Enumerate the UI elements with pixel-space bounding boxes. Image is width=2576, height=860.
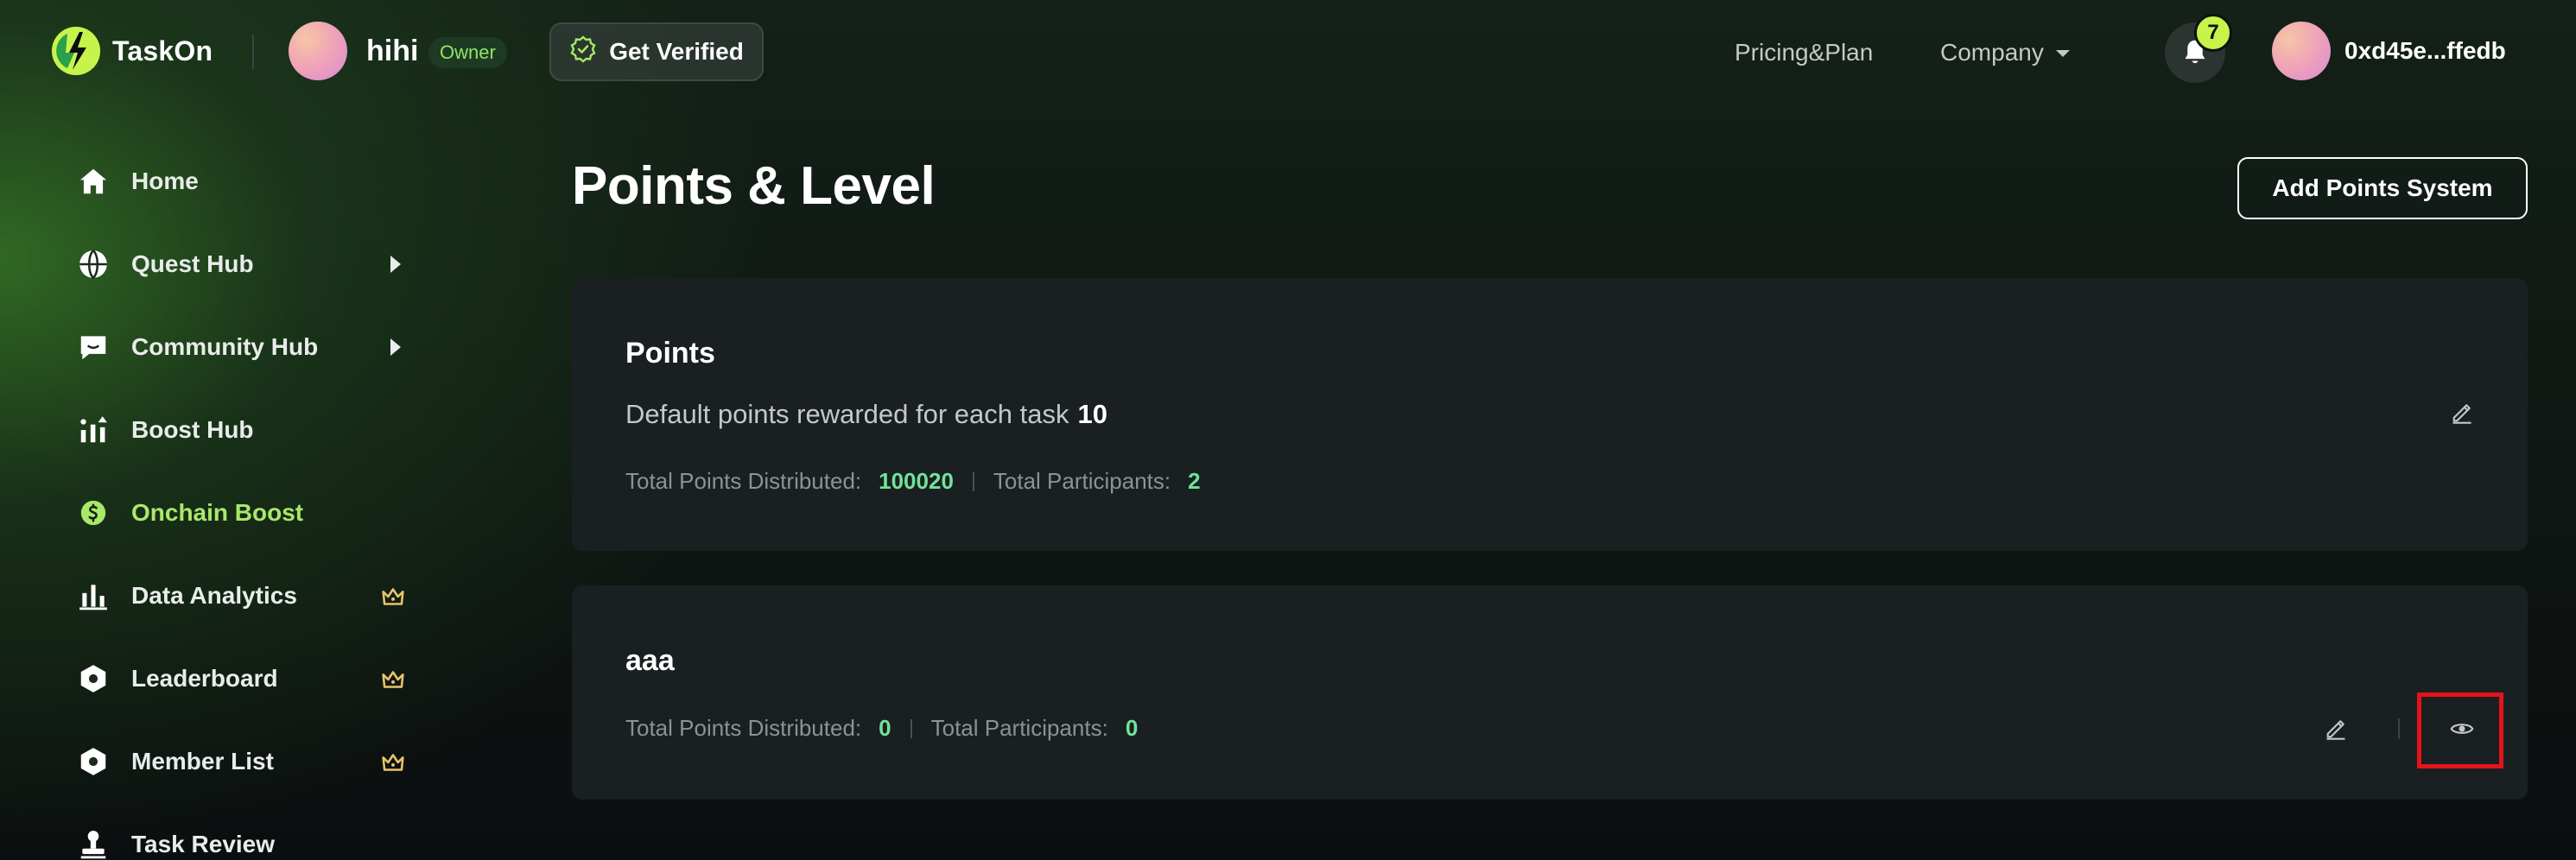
home-icon (74, 162, 112, 200)
sidebar-item-label: Community Hub (131, 333, 319, 360)
chevron-right-icon (390, 338, 401, 356)
sidebar-item-label: Boost Hub (131, 416, 254, 443)
sidebar-item-leaderboard[interactable]: Leaderboard (74, 653, 420, 705)
card-title: aaa (625, 644, 675, 677)
action-divider (2398, 718, 2400, 739)
default-points-value: 10 (1077, 399, 1107, 429)
sidebar-item-label: Home (131, 168, 199, 194)
get-verified-label: Get Verified (609, 38, 744, 65)
view-points-button[interactable] (2445, 711, 2479, 746)
sidebar-item-community-hub[interactable]: Community Hub (74, 321, 420, 373)
sidebar-item-data-analytics[interactable]: Data Analytics (74, 570, 420, 622)
default-points-line: Default points rewarded for each task 10 (625, 399, 1107, 430)
chevron-right-icon (390, 256, 401, 273)
sidebar-item-label: Member List (131, 748, 274, 775)
verified-badge-icon (569, 35, 597, 69)
top-header: TaskOn hihi Owner Get Verified Pricing&P… (0, 0, 2576, 104)
card-stats: Total Points Distributed: 0 Total Partic… (625, 715, 1138, 742)
edit-icon (2452, 404, 2471, 424)
sidebar-item-home[interactable]: Home (74, 155, 420, 207)
points-system-card: Points Default points rewarded for each … (572, 278, 2528, 551)
notification-count-badge: 7 (2194, 14, 2232, 52)
crown-icon (378, 665, 408, 699)
points-system-card: aaa Total Points Distributed: 0 Total Pa… (572, 585, 2528, 800)
sidebar-item-label: Data Analytics (131, 582, 297, 609)
header-divider (252, 35, 254, 69)
sidebar-item-member-list[interactable]: Member List (74, 736, 420, 787)
stamp-icon (74, 825, 112, 860)
logo-text: TaskOn (112, 35, 213, 66)
hexagon-icon (74, 743, 112, 781)
coin-icon (74, 494, 112, 532)
participants-value: 2 (1188, 468, 1201, 494)
edit-points-button[interactable] (2445, 395, 2479, 430)
user-wallet-address[interactable]: 0xd45e...ffedb (2344, 37, 2506, 65)
card-title: Points (625, 337, 715, 370)
participants-label: Total Participants: (930, 715, 1108, 741)
participants-label: Total Participants: (993, 468, 1171, 494)
taskon-logo-icon (52, 27, 100, 75)
stats-divider (910, 718, 912, 738)
eye-icon (2450, 724, 2474, 734)
distributed-value: 100020 (879, 468, 954, 494)
nav-company-dropdown[interactable]: Company (1940, 39, 2070, 66)
project-avatar[interactable] (289, 22, 347, 80)
chat-icon (74, 328, 112, 366)
bar-chart-icon (74, 577, 112, 615)
logo[interactable]: TaskOn (52, 27, 213, 75)
stats-divider (972, 471, 974, 491)
default-points-label: Default points rewarded for each task (625, 399, 1069, 429)
add-points-system-button[interactable]: Add Points System (2237, 157, 2528, 219)
nav-pricing-link[interactable]: Pricing&Plan (1735, 39, 1873, 66)
project-name[interactable]: hihi (366, 35, 418, 68)
get-verified-button[interactable]: Get Verified (549, 22, 764, 81)
participants-value: 0 (1125, 715, 1139, 741)
page-title: Points & Level (572, 156, 936, 216)
edit-icon (2326, 720, 2345, 740)
sidebar-item-label: Leaderboard (131, 665, 278, 692)
card-stats: Total Points Distributed: 100020 Total P… (625, 468, 1201, 495)
sidebar-item-task-review[interactable]: Task Review (74, 819, 420, 860)
edit-points-button[interactable] (2319, 711, 2353, 746)
owner-badge: Owner (428, 37, 507, 68)
distributed-label: Total Points Distributed: (625, 468, 862, 494)
sidebar-item-onchain-boost[interactable]: Onchain Boost (74, 487, 420, 539)
distributed-value: 0 (879, 715, 891, 741)
boost-icon (74, 411, 112, 449)
sidebar-item-label: Quest Hub (131, 250, 254, 277)
hexagon-icon (74, 660, 112, 698)
chevron-down-icon (2055, 50, 2070, 57)
sidebar-item-label: Onchain Boost (131, 499, 304, 526)
sidebar-item-quest-hub[interactable]: Quest Hub (74, 238, 420, 290)
globe-icon (74, 245, 112, 283)
sidebar-item-boost-hub[interactable]: Boost Hub (74, 404, 420, 456)
distributed-label: Total Points Distributed: (625, 715, 862, 741)
sidebar-item-label: Task Review (131, 831, 276, 857)
nav-company-label: Company (1940, 39, 2044, 66)
crown-icon (378, 582, 408, 616)
crown-icon (378, 748, 408, 781)
user-avatar[interactable] (2272, 22, 2331, 80)
